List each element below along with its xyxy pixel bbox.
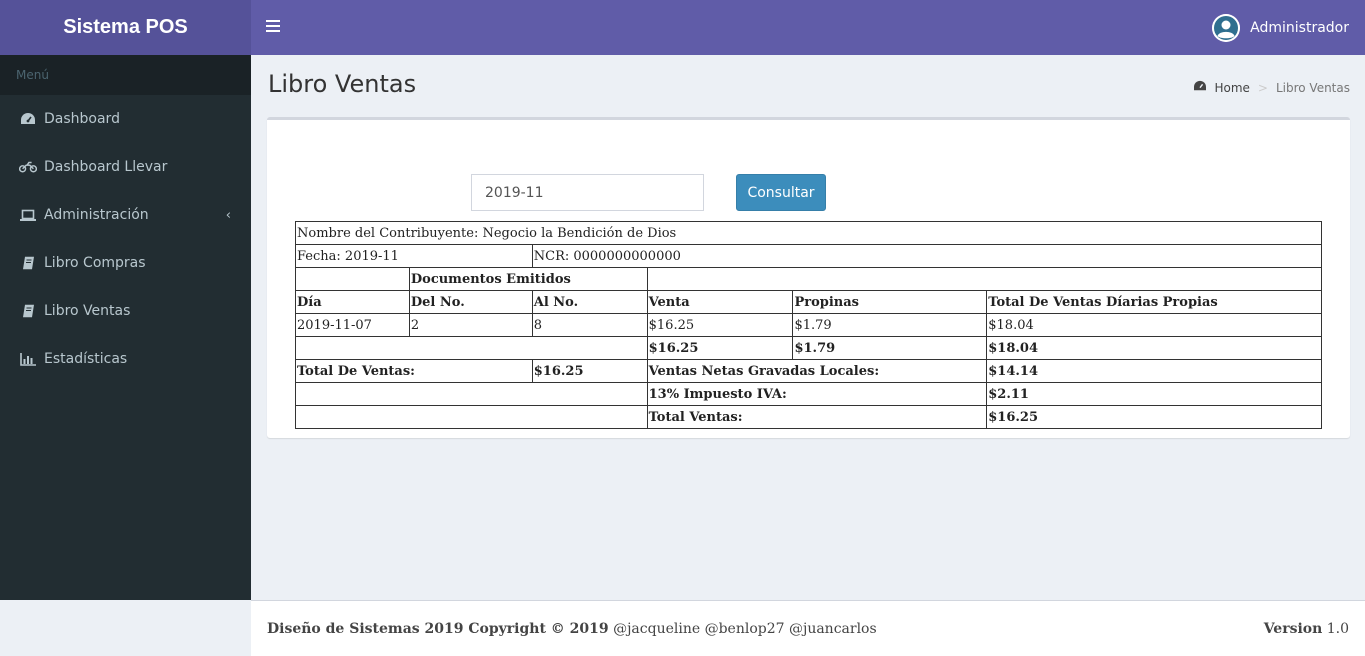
consultar-button[interactable]: Consultar (736, 174, 826, 211)
iva-value: $2.11 (986, 382, 1322, 406)
total-ventas-value: $16.25 (531, 359, 648, 383)
user-name: Administrador (1250, 20, 1349, 36)
cell-del-no: 2 (408, 313, 533, 337)
sidebar-item-estadisticas[interactable]: Estadísticas (0, 335, 251, 383)
documentos-emitidos-header: Documentos Emitidos (408, 267, 648, 291)
cell-total: $18.04 (986, 313, 1322, 337)
sidebar-toggle-button[interactable] (266, 20, 280, 34)
breadcrumb-separator: > (1257, 80, 1268, 95)
netas-value: $14.14 (986, 359, 1322, 383)
empty-cell (295, 336, 648, 360)
cell-propinas: $1.79 (792, 313, 988, 337)
page-title: Libro Ventas (268, 70, 417, 98)
empty-cell (295, 267, 410, 291)
libro-ventas-table: Nombre del Contribuyente: Negocio la Ben… (295, 221, 1323, 429)
sidebar-item-label: Estadísticas (44, 351, 128, 367)
table-row: Total Ventas: $16.25 (295, 405, 1322, 429)
dashboard-icon (19, 112, 37, 126)
sidebar-item-label: Libro Ventas (44, 303, 131, 319)
total-ventas-label: Total De Ventas: (295, 359, 533, 383)
user-avatar-icon (1212, 14, 1241, 42)
sidebar-item-libro-compras[interactable]: Libro Compras (0, 239, 251, 287)
user-menu[interactable]: Administrador (1212, 13, 1349, 43)
sidebar-item-dashboard-llevar[interactable]: Dashboard Llevar (0, 143, 251, 191)
motorcycle-icon (19, 160, 37, 174)
column-header-dia: Día (295, 290, 410, 314)
sum-propinas: $1.79 (792, 336, 988, 360)
footer-version: Version 1.0 (1264, 621, 1349, 637)
sidebar-item-label: Administración (44, 207, 149, 223)
column-header-venta: Venta (646, 290, 794, 314)
sidebar-item-dashboard[interactable]: Dashboard (0, 95, 251, 143)
top-navbar: Sistema POS Administrador (0, 0, 1365, 55)
empty-cell (646, 267, 1323, 291)
table-row: 13% Impuesto IVA: $2.11 (295, 382, 1322, 406)
copyright-text: Diseño de Sistemas 2019 Copyright © 2019 (267, 621, 609, 637)
version-label: Version (1263, 621, 1323, 637)
version-number: 1.0 (1326, 621, 1349, 637)
final-label: Total Ventas: (646, 405, 988, 429)
cell-dia: 2019-11-07 (295, 313, 410, 337)
footer-copyright: Diseño de Sistemas 2019 Copyright © 2019… (267, 621, 877, 637)
bar-chart-icon (19, 352, 37, 366)
sum-total: $18.04 (986, 336, 1322, 360)
footer-authors: @jacqueline @benlop27 @juancarlos (613, 621, 877, 637)
iva-label: 13% Impuesto IVA: (646, 382, 988, 406)
column-header-total-diarias: Total De Ventas Díarias Propias (986, 290, 1322, 314)
sidebar-item-label: Libro Compras (44, 255, 146, 271)
book-icon (19, 256, 37, 270)
sidebar-item-administracion[interactable]: Administración ‹ (0, 191, 251, 239)
breadcrumb-home-link[interactable]: Home (1214, 81, 1249, 95)
netas-label: Ventas Netas Gravadas Locales: (646, 359, 988, 383)
book-icon (19, 304, 37, 318)
sidebar: Menú Dashboard Dashboard Llevar Administ… (0, 55, 251, 600)
table-row: Total De Ventas: $16.25 Ventas Netas Gra… (295, 359, 1322, 383)
table-row: Fecha: 2019-11 NCR: 0000000000000 (295, 244, 1323, 268)
chevron-left-icon: ‹ (225, 208, 231, 223)
breadcrumb: Home > Libro Ventas (1193, 80, 1350, 95)
month-input[interactable] (471, 174, 704, 211)
laptop-icon (19, 208, 37, 222)
app-logo[interactable]: Sistema POS (0, 0, 251, 55)
table-row: Documentos Emitidos (295, 267, 1323, 291)
sidebar-item-label: Dashboard (44, 111, 120, 127)
empty-cell (295, 405, 648, 429)
cell-venta: $16.25 (646, 313, 794, 337)
breadcrumb-current: Libro Ventas (1275, 80, 1350, 95)
footer: Diseño de Sistemas 2019 Copyright © 2019… (251, 600, 1365, 656)
empty-cell (295, 382, 648, 406)
column-header-al-no: Al No. (531, 290, 648, 314)
sidebar-section-label: Menú (0, 55, 251, 95)
table-header-row: Día Del No. Al No. Venta Propinas Total … (295, 290, 1322, 314)
contribuyente-cell: Nombre del Contribuyente: Negocio la Ben… (295, 221, 1322, 245)
column-header-propinas: Propinas (792, 290, 988, 314)
table-sum-row: $16.25 $1.79 $18.04 (295, 336, 1322, 360)
cell-al-no: 8 (531, 313, 648, 337)
ncr-cell: NCR: 0000000000000 (531, 244, 1323, 268)
sidebar-item-libro-ventas[interactable]: Libro Ventas (0, 287, 251, 335)
sidebar-item-label: Dashboard Llevar (44, 159, 168, 175)
dashboard-icon (1193, 80, 1207, 95)
fecha-cell: Fecha: 2019-11 (295, 244, 533, 268)
column-header-del-no: Del No. (408, 290, 533, 314)
table-row: Nombre del Contribuyente: Negocio la Ben… (295, 221, 1322, 245)
table-row: 2019-11-07 2 8 $16.25 $1.79 $18.04 (295, 313, 1322, 337)
sum-venta: $16.25 (646, 336, 794, 360)
final-value: $16.25 (986, 405, 1322, 429)
